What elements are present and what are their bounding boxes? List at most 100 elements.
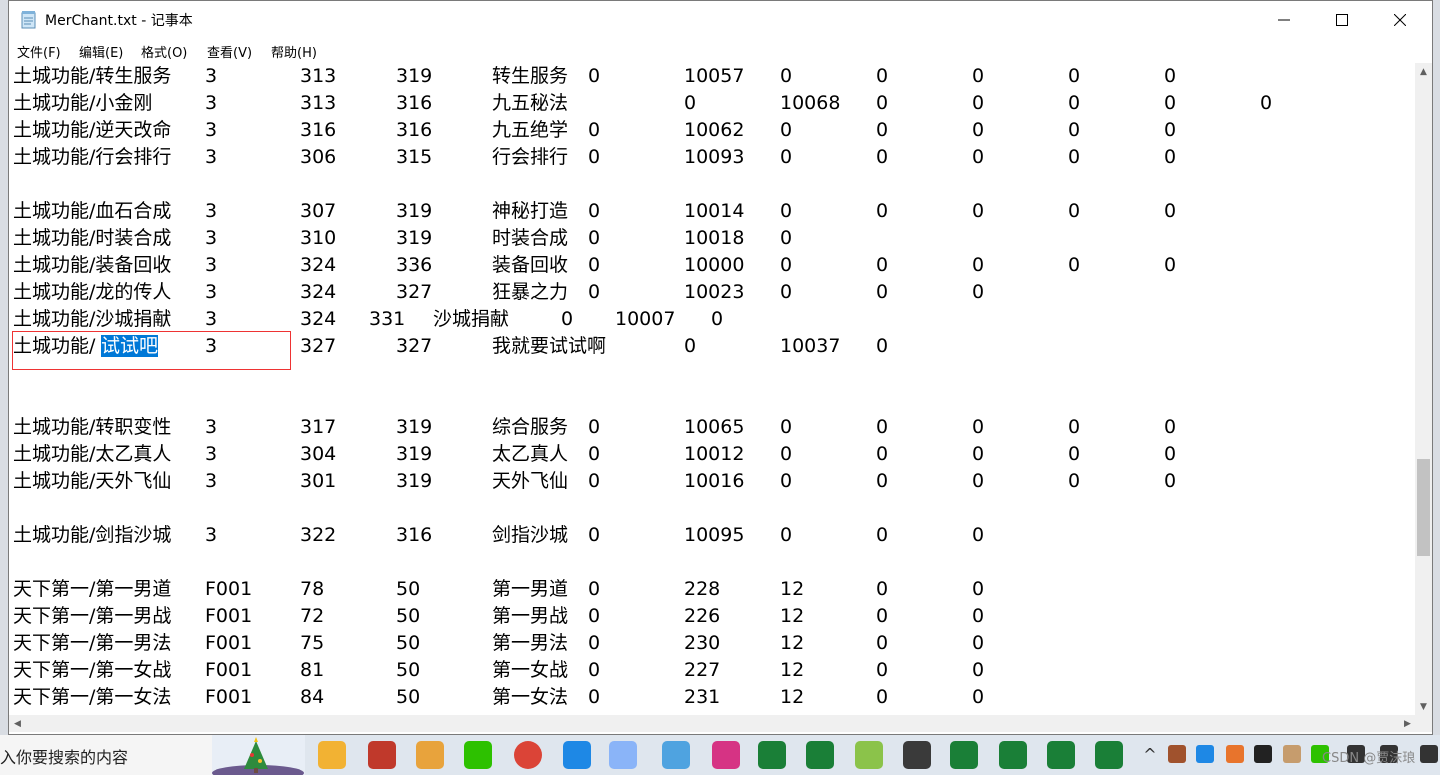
line-cell: 12: [780, 632, 805, 654]
line-cell: 0: [588, 632, 601, 654]
line-cell: 土城功能/转职变性: [13, 416, 172, 438]
maximize-button[interactable]: [1313, 1, 1371, 39]
line-cell: 土城功能/小金刚: [13, 92, 153, 114]
app-globe-icon[interactable]: [758, 741, 786, 769]
chrome-icon[interactable]: [514, 741, 542, 769]
wechat-icon[interactable]: [464, 741, 492, 769]
line-cell: 306: [300, 146, 337, 168]
line-cell: 10062: [684, 119, 745, 141]
line-cell: 0: [876, 659, 889, 681]
scroll-left-arrow-icon[interactable]: ◀: [9, 715, 26, 732]
line-cell: 0: [876, 335, 889, 357]
panda-tray-icon[interactable]: [1283, 745, 1301, 763]
line-cell: 0: [876, 470, 889, 492]
line-cell: 10014: [684, 200, 745, 222]
line-cell: 太乙真人: [492, 443, 569, 465]
app-globe-icon[interactable]: [1047, 741, 1075, 769]
line-cell: 0: [588, 200, 601, 222]
line-cell: 时装合成: [492, 227, 569, 249]
line-cell: 319: [396, 227, 433, 249]
edge-icon[interactable]: [563, 741, 591, 769]
text-line: 土城功能/血石合成 3 307 319 神秘打造 0 10014 0 0 0 0 0: [9, 198, 1416, 225]
line-cell: 土城功能/时装合成: [13, 227, 172, 249]
line-cell: 319: [396, 470, 433, 492]
dbc-icon[interactable]: [712, 741, 740, 769]
line-cell: 0: [588, 416, 601, 438]
line-cell: 0: [588, 146, 601, 168]
line-cell: 天下第一/第一男道: [13, 578, 172, 600]
notepad-plus-icon[interactable]: [855, 741, 883, 769]
line-cell: 0: [684, 92, 697, 114]
line-cell: 10000: [684, 254, 745, 276]
vertical-scroll-thumb[interactable]: [1417, 459, 1430, 556]
line-cell: 0: [561, 308, 574, 330]
line-cell: 转生服务: [492, 65, 569, 87]
line-cell: 土城功能/: [13, 335, 96, 357]
microphone-icon[interactable]: [1254, 745, 1272, 763]
line-cell: 0: [780, 65, 793, 87]
scroll-corner: [1415, 715, 1432, 732]
line-cell: 307: [300, 200, 337, 222]
app-globe-icon[interactable]: [999, 741, 1027, 769]
line-cell: 第一男战: [492, 605, 569, 627]
vertical-scrollbar[interactable]: ▲ ▼: [1415, 63, 1432, 715]
line-cell: 3: [205, 119, 218, 141]
line-cell: 0: [972, 92, 985, 114]
taskbar: 入你要搜索的内容 ^ CSDN @贾沫琅: [0, 735, 1440, 775]
horizontal-scrollbar[interactable]: ◀ ▶: [9, 715, 1416, 732]
menu-format[interactable]: 格式(O): [141, 42, 187, 61]
line-cell: 10065: [684, 416, 745, 438]
line-cell: 0: [588, 227, 601, 249]
shield-icon[interactable]: [1420, 745, 1438, 763]
line-cell: 0: [1068, 200, 1081, 222]
line-cell: 0: [972, 119, 985, 141]
close-button[interactable]: [1371, 1, 1429, 39]
line-cell: 230: [684, 632, 721, 654]
line-cell: 0: [972, 416, 985, 438]
line-cell: 0: [1164, 65, 1177, 87]
baidu-netdisk-icon[interactable]: [662, 741, 690, 769]
menu-file[interactable]: 文件(F): [17, 42, 61, 61]
text-editor[interactable]: 土城功能/转生服务 3 313 319 转生服务 0 10057 0 0 0 0 0 土城功能/小金刚 3…: [9, 63, 1416, 715]
line-cell: 327: [396, 335, 433, 357]
line-cell: 0: [972, 578, 985, 600]
line-cell: 227: [684, 659, 721, 681]
line-cell: 3: [205, 92, 218, 114]
line-cell: 综合服务: [492, 416, 569, 438]
search-box[interactable]: 入你要搜索的内容: [0, 735, 305, 775]
scroll-up-arrow-icon[interactable]: ▲: [1415, 63, 1432, 80]
line-cell: 316: [300, 119, 337, 141]
cloud-icon[interactable]: [1168, 745, 1186, 763]
line-cell: 3: [205, 65, 218, 87]
app-globe-icon[interactable]: [950, 741, 978, 769]
scroll-down-arrow-icon[interactable]: ▼: [1415, 698, 1432, 715]
app-globe-icon[interactable]: [1095, 741, 1123, 769]
line-cell: 土城功能/转生服务: [13, 65, 172, 87]
line-cell: 322: [300, 524, 337, 546]
line-cell: 315: [396, 146, 433, 168]
line-cell: 0: [588, 659, 601, 681]
menu-edit[interactable]: 编辑(E): [79, 42, 123, 61]
app-globe-icon[interactable]: [806, 741, 834, 769]
line-cell: 10057: [684, 65, 745, 87]
mint-icon[interactable]: [903, 741, 931, 769]
panda-app-icon[interactable]: [416, 741, 444, 769]
close-icon: [1394, 14, 1406, 26]
line-cell: 第一男道: [492, 578, 569, 600]
chevron-up-icon[interactable]: ^: [1141, 745, 1159, 764]
line-cell: 0: [876, 146, 889, 168]
menu-view[interactable]: 查看(V): [207, 42, 252, 61]
file-explorer-icon[interactable]: [318, 741, 346, 769]
java-icon[interactable]: [1226, 745, 1244, 763]
menu-help[interactable]: 帮助(H): [271, 42, 317, 61]
line-cell: 0: [972, 470, 985, 492]
notepad-icon[interactable]: [609, 741, 637, 769]
game-icon[interactable]: [368, 741, 396, 769]
line-cell: 10016: [684, 470, 745, 492]
minimize-button[interactable]: [1255, 1, 1313, 39]
scroll-right-arrow-icon[interactable]: ▶: [1399, 715, 1416, 732]
line-cell: 316: [396, 92, 433, 114]
feishu-icon[interactable]: [1196, 745, 1214, 763]
line-cell: 0: [1068, 65, 1081, 87]
line-cell: 0: [972, 146, 985, 168]
